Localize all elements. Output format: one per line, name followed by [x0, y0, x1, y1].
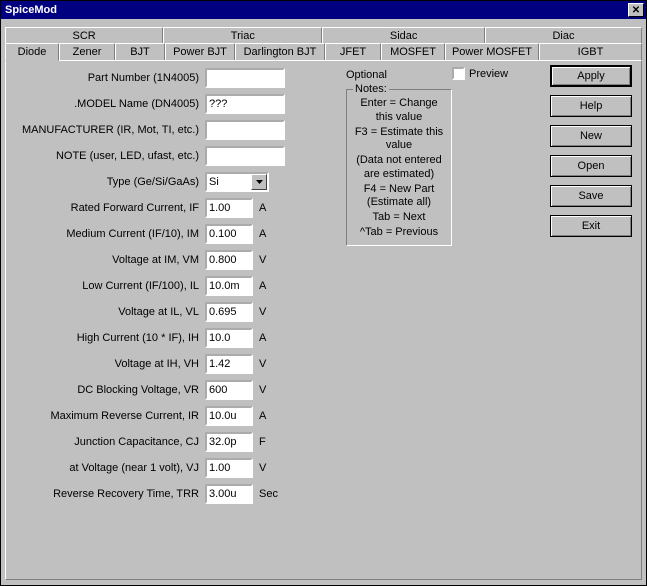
input-ir[interactable]	[205, 406, 253, 426]
unit-vj: V	[259, 462, 283, 474]
label-type: Type (Ge/Si/GaAs)	[10, 176, 205, 188]
input-vh[interactable]	[205, 354, 253, 374]
tab-igbt[interactable]: IGBT	[539, 43, 642, 61]
optional-column: Optional Notes: Enter = Change this valu…	[346, 69, 486, 246]
label-ih: High Current (10 * IF), IH	[10, 332, 205, 344]
tab-mosfet[interactable]: MOSFET	[381, 43, 445, 61]
label-vr: DC Blocking Voltage, VR	[10, 384, 205, 396]
window-title: SpiceMod	[3, 4, 57, 16]
tab-power-mosfet[interactable]: Power MOSFET	[445, 43, 539, 61]
exit-button[interactable]: Exit	[550, 215, 632, 237]
label-manufacturer: MANUFACTURER (IR, Mot, TI, etc.)	[10, 124, 205, 136]
note-line-f3: F3 = Estimate this value	[351, 126, 447, 154]
help-button[interactable]: Help	[550, 95, 632, 117]
label-part-number: Part Number (1N4005)	[10, 72, 205, 84]
input-il[interactable]	[205, 276, 253, 296]
close-icon: ✕	[632, 5, 640, 16]
tab-bjt[interactable]: BJT	[115, 43, 165, 61]
tab-darlington-bjt[interactable]: Darlington BJT	[235, 43, 325, 61]
input-im[interactable]	[205, 224, 253, 244]
tab-jfet[interactable]: JFET	[325, 43, 381, 61]
unit-cj: F	[259, 436, 283, 448]
input-vl[interactable]	[205, 302, 253, 322]
label-im: Medium Current (IF/10), IM	[10, 228, 205, 240]
unit-vm: V	[259, 254, 283, 266]
input-trr[interactable]	[205, 484, 253, 504]
new-button[interactable]: New	[550, 125, 632, 147]
unit-il: A	[259, 280, 283, 292]
tab-row-bottom: Diode Zener BJT Power BJT Darlington BJT…	[5, 43, 642, 61]
note-line-enter: Enter = Change this value	[351, 97, 447, 125]
label-vj: at Voltage (near 1 volt), VJ	[10, 462, 205, 474]
tab-panel-diode: Part Number (1N4005) .MODEL Name (DN4005…	[5, 60, 642, 580]
form-area: Part Number (1N4005) .MODEL Name (DN4005…	[10, 67, 340, 509]
client-area: SCR Triac Sidac Diac Diode Zener BJT Pow…	[1, 19, 646, 585]
apply-button[interactable]: Apply	[550, 65, 632, 87]
dropdown-type[interactable]: Si	[205, 172, 269, 192]
label-model-name: .MODEL Name (DN4005)	[10, 98, 205, 110]
unit-ih: A	[259, 332, 283, 344]
input-cj[interactable]	[205, 432, 253, 452]
note-line-est: (Data not entered are estimated)	[351, 154, 447, 182]
tab-triac[interactable]: Triac	[163, 27, 322, 44]
titlebar: SpiceMod ✕	[1, 1, 646, 19]
tab-strip: SCR Triac Sidac Diac Diode Zener BJT Pow…	[5, 27, 642, 61]
input-if[interactable]	[205, 198, 253, 218]
close-button[interactable]: ✕	[628, 3, 644, 17]
chevron-down-icon[interactable]	[251, 174, 267, 190]
app-window: SpiceMod ✕ SCR Triac Sidac Diac Diode Ze…	[0, 0, 647, 586]
note-line-tab: Tab = Next	[351, 211, 447, 225]
tab-scr[interactable]: SCR	[5, 27, 163, 44]
save-button[interactable]: Save	[550, 185, 632, 207]
unit-im: A	[259, 228, 283, 240]
label-vm: Voltage at IM, VM	[10, 254, 205, 266]
label-vh: Voltage at IH, VH	[10, 358, 205, 370]
note-line-shifttab: ^Tab = Previous	[351, 226, 447, 240]
unit-vl: V	[259, 306, 283, 318]
unit-ir: A	[259, 410, 283, 422]
label-vl: Voltage at IL, VL	[10, 306, 205, 318]
input-vr[interactable]	[205, 380, 253, 400]
label-ir: Maximum Reverse Current, IR	[10, 410, 205, 422]
label-il: Low Current (IF/100), IL	[10, 280, 205, 292]
input-model-name[interactable]	[205, 94, 285, 114]
label-cj: Junction Capacitance, CJ	[10, 436, 205, 448]
label-note: NOTE (user, LED, ufast, etc.)	[10, 150, 205, 162]
preview-control: Preview	[452, 67, 508, 80]
tab-diac[interactable]: Diac	[485, 27, 642, 44]
notes-legend: Notes:	[353, 83, 389, 97]
tab-sidac[interactable]: Sidac	[322, 27, 485, 44]
unit-vh: V	[259, 358, 283, 370]
label-if: Rated Forward Current, IF	[10, 202, 205, 214]
input-note[interactable]	[205, 146, 285, 166]
open-button[interactable]: Open	[550, 155, 632, 177]
unit-if: A	[259, 202, 283, 214]
dropdown-type-value: Si	[207, 174, 251, 190]
notes-group: Notes: Enter = Change this value F3 = Es…	[346, 89, 452, 246]
input-part-number[interactable]	[205, 68, 285, 88]
input-vj[interactable]	[205, 458, 253, 478]
preview-checkbox[interactable]	[452, 67, 465, 80]
note-line-f4: F4 = New Part (Estimate all)	[351, 183, 447, 211]
unit-trr: Sec	[259, 488, 283, 500]
button-column: Apply Help New Open Save Exit	[550, 65, 632, 237]
input-manufacturer[interactable]	[205, 120, 285, 140]
tab-row-top: SCR Triac Sidac Diac	[5, 27, 642, 44]
preview-label: Preview	[469, 68, 508, 80]
tab-diode[interactable]: Diode	[5, 43, 59, 61]
unit-vr: V	[259, 384, 283, 396]
tab-power-bjt[interactable]: Power BJT	[165, 43, 235, 61]
input-vm[interactable]	[205, 250, 253, 270]
label-trr: Reverse Recovery Time, TRR	[10, 488, 205, 500]
tab-zener[interactable]: Zener	[59, 43, 115, 61]
input-ih[interactable]	[205, 328, 253, 348]
